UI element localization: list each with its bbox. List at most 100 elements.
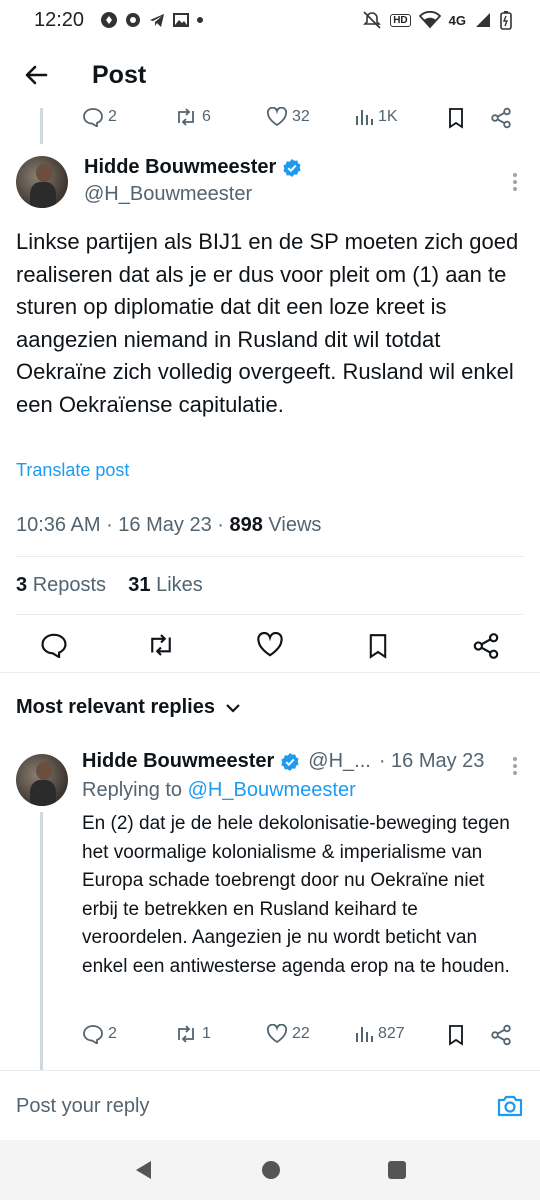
reply-input[interactable]: Post your reply [16,1095,149,1118]
share-button[interactable] [490,107,512,129]
reply-button[interactable] [40,632,68,658]
divider [0,672,540,673]
replying-to-handle[interactable]: @H_Bouwmeester [188,779,356,801]
reposts-stat[interactable]: 3 Reposts [16,574,106,596]
repost-button[interactable]: 6 [174,107,211,127]
divider [16,556,524,557]
divider [0,1070,540,1071]
reply-button[interactable]: 2 [82,107,117,127]
post-stats: 3 Reposts 31 Likes [16,574,203,597]
settings-notification-icon [126,13,141,27]
heart-icon [266,1024,288,1044]
post-time: 10:36 AM [16,514,101,536]
share-button[interactable] [490,1024,512,1046]
post-actions [0,630,540,664]
share-icon [491,107,511,129]
telegram-icon [150,14,165,27]
like-button[interactable]: 22 [266,1024,310,1044]
bookmark-icon [369,634,387,659]
nav-recents-icon[interactable] [387,1160,407,1180]
reply-count: 2 [108,1025,117,1042]
mute-icon [363,11,382,29]
bookmark-button[interactable] [446,107,466,129]
reply-composer[interactable]: Post your reply [16,1084,524,1128]
like-count: 32 [292,108,310,125]
reply-actions: 2 1 22 827 [0,1018,540,1052]
status-bar: 12:20 HD 4G [0,0,540,40]
author-handle[interactable]: @H_Bouwmeester [84,183,302,206]
reply-text: En (2) dat je de hele dekolonisatie-bewe… [82,813,510,977]
replies-sort-label: Most relevant replies [16,696,215,718]
nav-back-icon[interactable] [133,1159,155,1181]
repost-count: 1 [202,1025,211,1042]
repost-button[interactable] [146,632,176,658]
avatar[interactable] [16,156,68,208]
reply-button[interactable]: 2 [82,1024,117,1044]
app-notification-icon [101,12,118,28]
camera-icon[interactable] [496,1093,524,1119]
repost-icon [178,108,194,126]
views-count: 827 [378,1025,405,1042]
more-options-icon[interactable] [512,172,518,192]
page-title: Post [92,60,147,89]
post-author[interactable]: Hidde Bouwmeester @H_Bouwmeester [16,156,302,208]
network-type: 4G [448,12,466,28]
replying-prefix: Replying to [82,779,183,801]
post-text: Linkse partijen als BIJ1 en de SP moeten… [16,229,519,417]
chevron-down-icon [226,703,240,713]
repost-count: 6 [202,108,211,125]
bookmark-icon [449,1025,463,1046]
views-count: 898 [229,514,263,536]
views-chart-icon [356,1027,373,1042]
repost-icon [151,634,171,656]
previous-post-actions: 2 6 32 1K [0,100,540,136]
avatar[interactable] [16,754,68,806]
bookmark-button[interactable] [446,1024,466,1046]
reply-icon [83,1025,103,1044]
like-button[interactable] [256,632,284,658]
dot-icon [197,17,204,23]
views-count: 1K [378,108,398,125]
translate-post-link[interactable]: Translate post [16,460,129,481]
more-options-icon[interactable] [512,756,518,776]
share-button[interactable] [472,632,500,660]
repost-icon [178,1025,194,1043]
reposts-label: Reposts [32,574,107,596]
verified-badge-icon [283,158,301,177]
status-time: 12:20 [34,8,85,31]
verified-badge-icon [281,752,299,771]
replying-to: Replying to @H_Bouwmeester [82,779,524,802]
likes-label: Likes [156,574,203,596]
bookmark-button[interactable] [366,632,390,660]
like-button[interactable]: 32 [266,107,310,127]
heart-icon [266,107,288,127]
android-nav-bar [0,1140,540,1200]
hd-badge: HD [390,13,411,27]
reply-count: 2 [108,108,117,125]
repost-button[interactable]: 1 [174,1024,211,1044]
share-icon [473,633,499,659]
reply-icon [83,108,103,127]
signal-icon [476,13,490,27]
bookmark-icon [449,108,463,129]
reply-author-name[interactable]: Hidde Bouwmeester [82,750,274,773]
replies-sort-dropdown[interactable]: Most relevant replies [16,696,241,719]
views-button[interactable]: 1K [354,107,398,127]
battery-icon [500,11,512,30]
gallery-icon [173,13,190,27]
divider [16,614,524,615]
views-button[interactable]: 827 [354,1024,405,1044]
views-label: Views [268,514,322,536]
reply-author-handle[interactable]: @H_... [308,750,371,773]
back-arrow-icon[interactable] [22,61,50,89]
post-meta: 10:36 AM · 16 May 23 · 898 Views [16,514,322,536]
reply-icon [41,633,67,658]
post-date: 16 May 23 [118,514,212,536]
like-count: 22 [292,1025,310,1042]
share-icon [491,1024,511,1046]
views-chart-icon [356,110,373,125]
likes-stat[interactable]: 31 Likes [128,574,203,596]
nav-home-icon[interactable] [261,1160,281,1180]
author-name[interactable]: Hidde Bouwmeester [84,156,276,179]
reply-date: · 16 May 23 [378,750,485,772]
